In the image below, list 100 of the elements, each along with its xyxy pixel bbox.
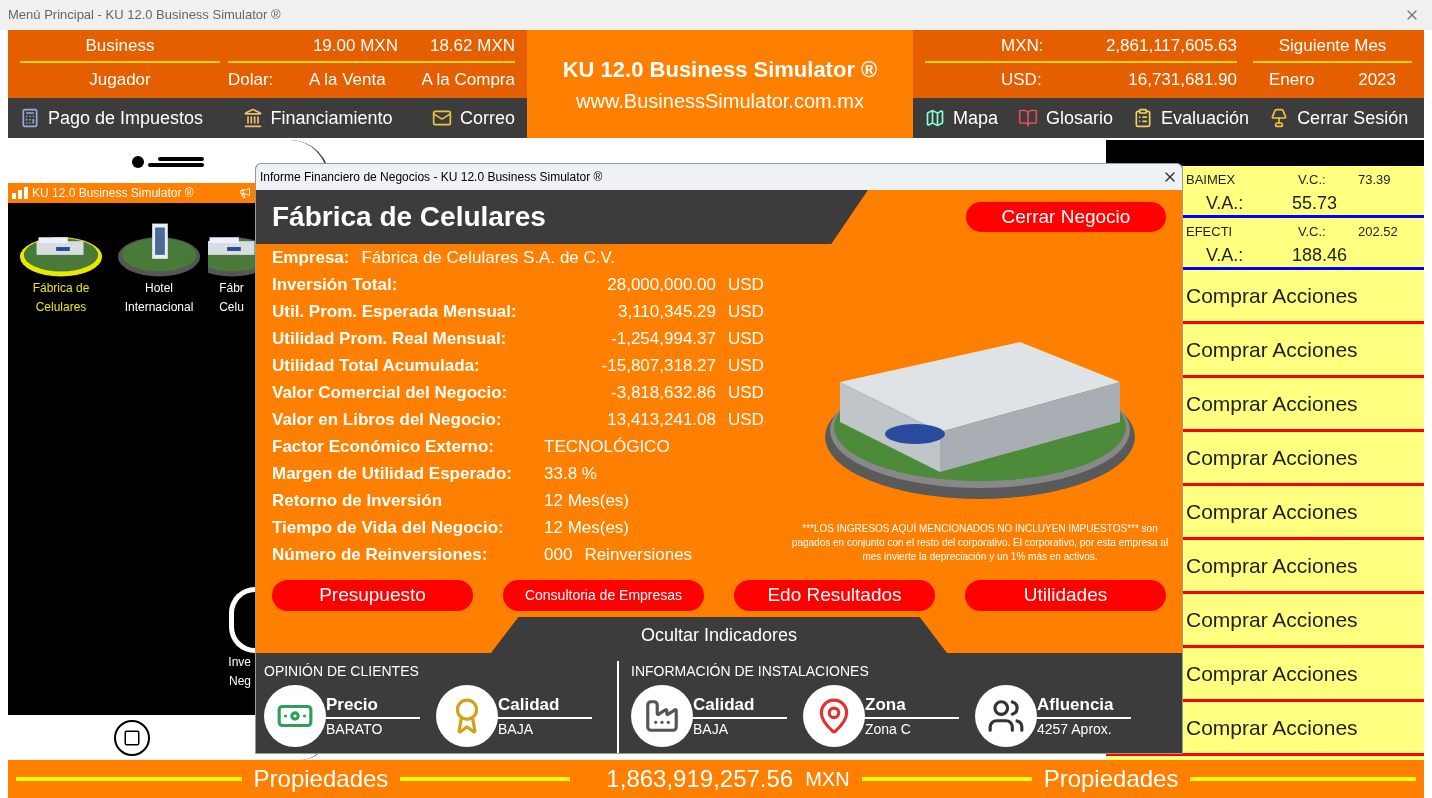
stock-vc-value: 202.52 <box>1358 223 1398 241</box>
dialog-title: Informe Financiero de Negocios - KU 12.0 Business Simulator ® <box>260 169 603 186</box>
field-unit: USD <box>728 273 764 296</box>
action-button[interactable]: Utilidades <box>965 580 1166 611</box>
indicator-value: BAJA <box>692 720 729 740</box>
field-unit: USD <box>728 327 764 350</box>
field-unit: USD <box>728 354 764 377</box>
clipboard-icon <box>1133 108 1154 128</box>
field-value: -1,254,994.37 <box>610 327 716 350</box>
field-unit: USD <box>728 381 764 404</box>
stock-vc-label: V.C.: <box>1298 171 1327 189</box>
stock-va-value: 55.73 <box>1292 191 1338 215</box>
calculator-icon <box>20 108 40 128</box>
field-label: Util. Prom. Esperada Mensual: <box>272 300 518 323</box>
crowd-icon <box>987 697 1025 735</box>
home-button[interactable] <box>113 719 150 756</box>
toolbar-button[interactable]: Evaluación <box>1133 104 1250 132</box>
factory-icon <box>643 697 681 735</box>
action-button[interactable]: Presupuesto <box>272 580 473 611</box>
usd-label: USD: <box>1001 68 1042 91</box>
square-icon <box>122 728 141 747</box>
field-value: 12 Mes(es) <box>544 516 630 539</box>
field-label: Tiempo de Vida del Negocio: <box>272 516 505 539</box>
field-value: 12 Mes(es) <box>544 489 630 512</box>
field-value: TECNOLÓGICO <box>544 435 670 458</box>
indicator-value: BAJA <box>497 720 534 740</box>
properties-label: Propiedades <box>253 764 389 794</box>
field-label: Retorno de Inversión <box>272 489 444 512</box>
stock-va-label: V.A.: <box>1206 243 1245 267</box>
toolbar-button[interactable]: Glosario <box>1018 104 1114 132</box>
indicator-title: Zona <box>861 691 959 720</box>
indicator-title: Afluencia <box>1033 691 1131 720</box>
business-name[interactable]: Fábr Celu <box>219 279 244 317</box>
stock-name: BAIMEX <box>1186 171 1237 189</box>
field-label: Número de Reinversiones: <box>272 543 489 566</box>
logo-title: KU 12.0 Business Simulator ® <box>562 55 878 84</box>
field-label: Utilidad Prom. Real Mensual: <box>272 327 508 350</box>
current-year: 2023 <box>1358 68 1396 91</box>
phone-camera-icon <box>132 155 144 168</box>
stock-vc-label: V.C.: <box>1298 223 1327 241</box>
indicator-title: Precio <box>322 691 420 720</box>
field-label: Margen de Utilidad Esperado: <box>272 462 513 485</box>
logo-url: www.BusinessSimulator.com.mx <box>576 88 864 114</box>
field-value: 000 <box>544 543 573 566</box>
business-name[interactable]: Hotel Internacional <box>124 279 194 317</box>
dollar-label: Dolar: <box>228 68 274 91</box>
indicator-title: Calidad <box>689 691 787 720</box>
phone-title: KU 12.0 Business Simulator ® <box>32 185 195 202</box>
action-button[interactable]: Edo Resultados <box>734 580 935 611</box>
toolbar-button[interactable]: Mapa <box>925 104 999 132</box>
field-value: 28,000,000.00 <box>606 273 716 296</box>
action-button[interactable]: Consultoria de Empresas <box>503 580 704 611</box>
section-title: OPINIÓN DE CLIENTES <box>264 662 420 681</box>
envelope-icon <box>431 108 452 128</box>
field-label: Utilidad Total Acumulada: <box>272 354 481 377</box>
business-name[interactable]: Fábrica de Celulares <box>32 279 90 317</box>
signal-icon <box>12 187 28 199</box>
sale-label: A la Venta <box>309 68 386 91</box>
stock-va-label: V.A.: <box>1206 191 1245 215</box>
toolbar-button[interactable]: Pago de Impuestos <box>20 104 204 132</box>
close-business-button[interactable]: Cerrar Negocio <box>966 202 1166 232</box>
player-label: Jugador <box>88 68 152 91</box>
toolbar-button[interactable]: Financiamiento <box>242 104 393 132</box>
hide-indicators-tab[interactable]: Ocultar Indicadores <box>491 617 947 653</box>
properties-label: Propiedades <box>1043 764 1179 794</box>
field-label: Empresa: <box>272 246 350 269</box>
buy-rate: 18.62 MXN <box>429 34 515 57</box>
field-unit: USD <box>728 408 764 431</box>
shortcut-label[interactable]: Inve Neg <box>228 653 255 691</box>
field-value: Fábrica de Celulares S.A. de C.V. <box>361 246 616 269</box>
field-label: Factor Económico Externo: <box>272 435 495 458</box>
current-month: Enero <box>1269 68 1315 91</box>
dialog-heading: Fábrica de Celulares <box>271 200 546 234</box>
megaphone-icon[interactable] <box>239 187 251 199</box>
phone-speaker-icon <box>148 156 204 167</box>
indicator-value: Zona C <box>864 720 912 740</box>
field-value: 13,413,241.08 <box>606 408 716 431</box>
toolbar-button[interactable]: Correo <box>431 104 515 132</box>
window-title: Menú Principal - KU 12.0 Business Simulator ® <box>8 6 281 25</box>
mxn-balance: 2,861,117,605.63 <box>1105 34 1237 57</box>
next-month-button[interactable]: Siguiente Mes <box>1253 30 1412 63</box>
indicator-value: BARATO <box>325 720 384 740</box>
properties-total: 1,863,919,257.56 <box>606 764 794 794</box>
stock-va-value: 188.46 <box>1292 243 1348 267</box>
map-icon <box>925 108 945 128</box>
section-title: INFORMACIÓN DE INSTALACIONES <box>631 662 870 681</box>
field-label: Inversión Total: <box>272 273 399 296</box>
usd-balance: 16,731,681.90 <box>1128 68 1237 91</box>
field-value: 33.8 % <box>544 462 597 485</box>
field-label: Valor Comercial del Negocio: <box>272 381 509 404</box>
sale-rate: 19.00 MXN <box>312 34 398 57</box>
toolbar-button[interactable]: Cerrar Sesión <box>1269 104 1409 132</box>
business-label: Business <box>20 30 220 63</box>
bank-icon <box>242 108 263 128</box>
field-value: -15,807,318.27 <box>600 354 716 377</box>
buy-label: A la Compra <box>421 68 515 91</box>
indicator-title: Calidad <box>494 691 592 720</box>
field-unit: USD <box>728 300 764 323</box>
field-label: Valor en Libros del Negocio: <box>272 408 503 431</box>
mxn-label: MXN: <box>1001 34 1044 57</box>
